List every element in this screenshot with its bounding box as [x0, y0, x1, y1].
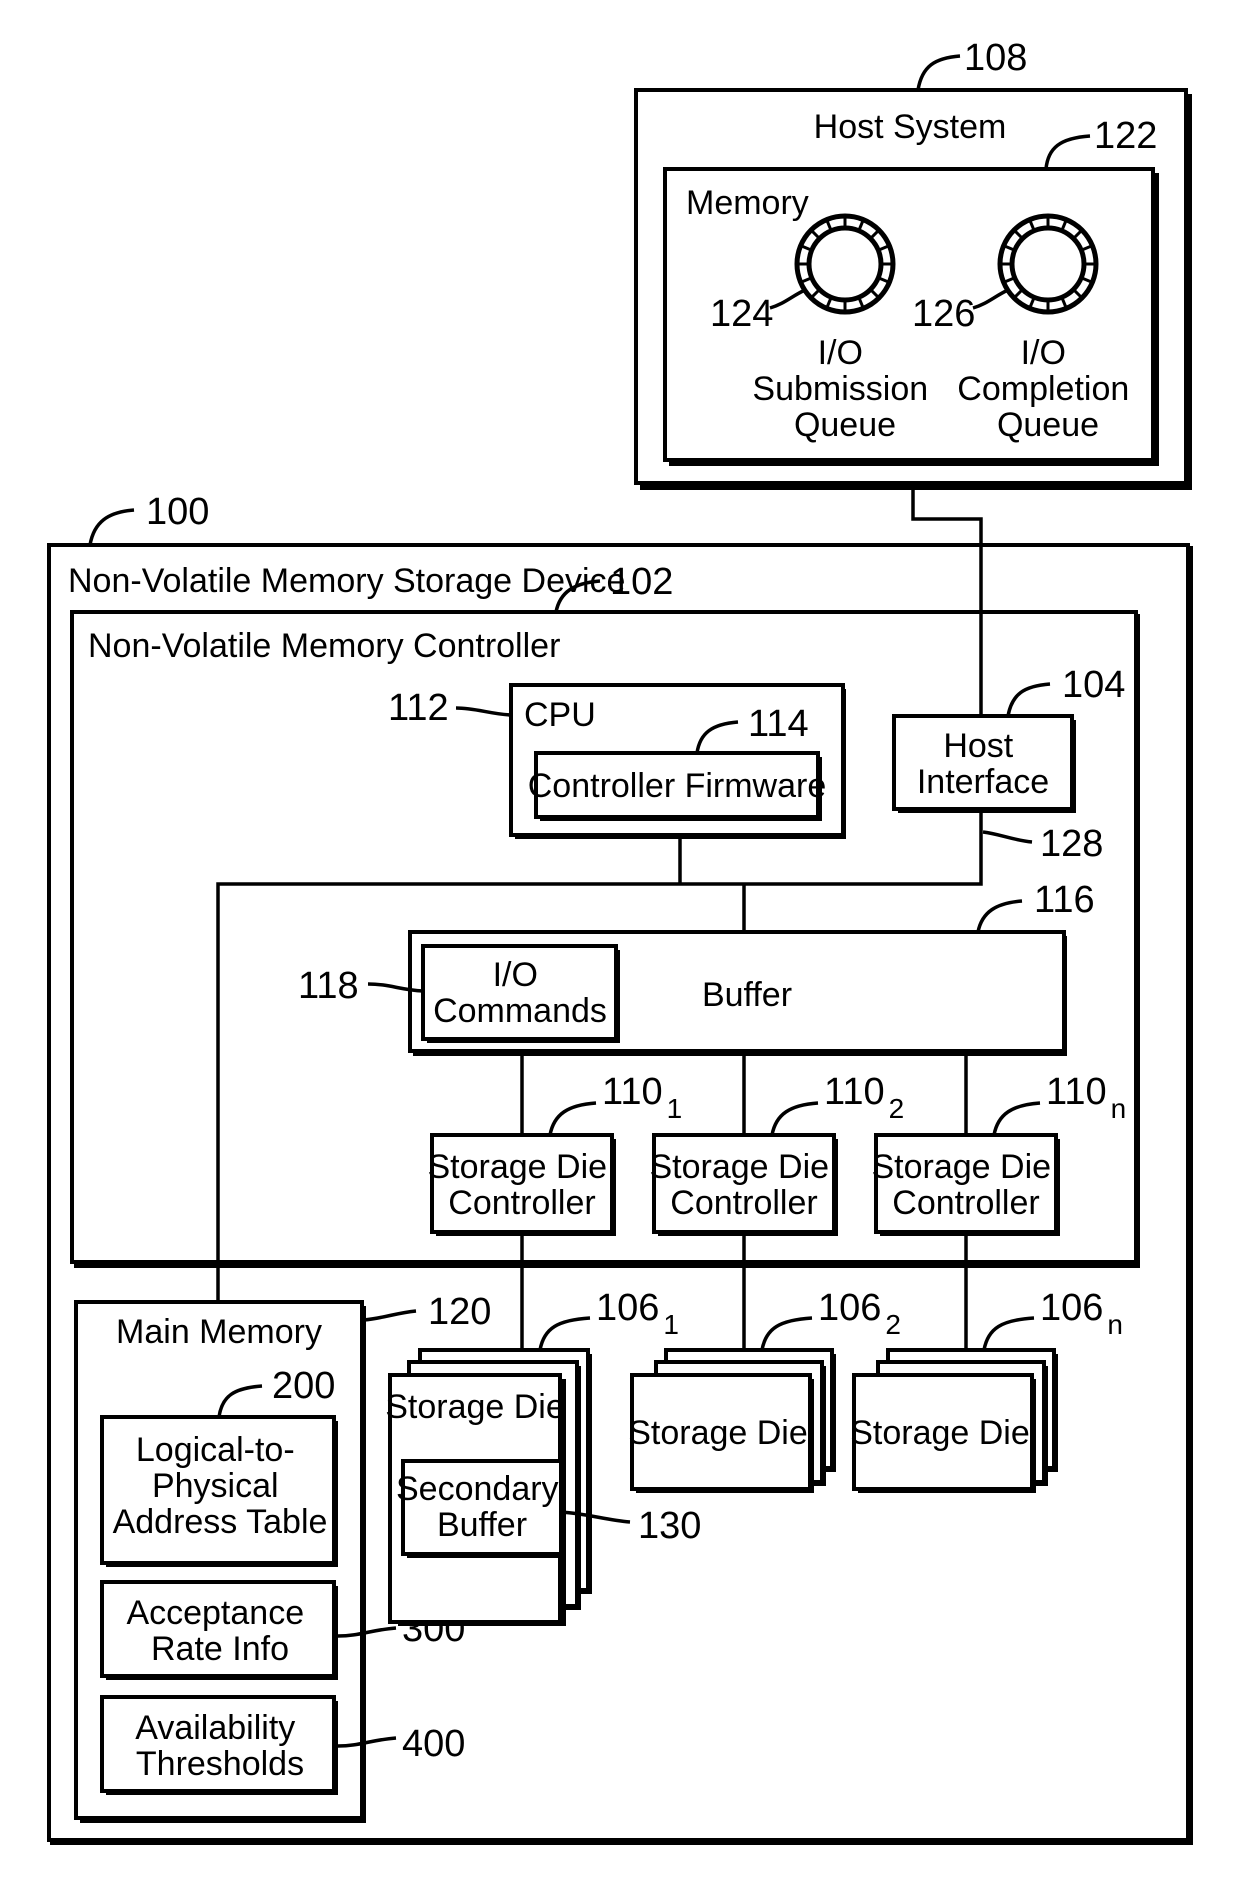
- cpu-label: CPU: [524, 696, 596, 734]
- block-diagram: Host System 108 Memory 122 124 I/O Submi…: [47, 37, 1193, 1845]
- availability-thresholds-label: Availability Thresholds: [135, 1709, 304, 1783]
- ref-116: 116: [1034, 879, 1095, 921]
- buffer-label: Buffer: [702, 976, 792, 1014]
- ref-124: 124: [710, 293, 773, 335]
- submission-queue-ring-icon: [794, 213, 896, 315]
- main-memory-label: Main Memory: [116, 1313, 322, 1351]
- ref-130: 130: [638, 1505, 701, 1547]
- acceptance-rate-label: Acceptance Rate Info: [126, 1594, 313, 1668]
- die-controller-1-label: Storage Die Controller: [428, 1148, 617, 1222]
- ref-200: 200: [272, 1365, 335, 1407]
- ref-118: 118: [298, 965, 359, 1007]
- die-controller-2[interactable]: Storage Die Controller: [650, 1133, 839, 1236]
- storage-device-label: Non-Volatile Memory Storage Device: [68, 562, 625, 600]
- die-controller-1[interactable]: Storage Die Controller: [428, 1133, 617, 1236]
- ring-inner: [1009, 225, 1087, 303]
- ref-108: 108: [964, 37, 1027, 79]
- storage-die-2-label: Storage Die: [628, 1414, 808, 1452]
- controller-firmware-label: Controller Firmware: [528, 767, 827, 805]
- ref-128: 128: [1040, 823, 1103, 865]
- ref-400: 400: [402, 1723, 465, 1765]
- storage-die-n-label: Storage Die: [850, 1414, 1030, 1452]
- host-system-label: Host System: [814, 108, 1007, 146]
- ref-120: 120: [428, 1291, 491, 1333]
- die-controller-n-label: Storage Die Controller: [872, 1148, 1061, 1222]
- ref-114: 114: [748, 703, 809, 745]
- ring-inner: [806, 225, 884, 303]
- host-memory-label: Memory: [686, 184, 809, 222]
- completion-queue-ring-icon: [997, 213, 1099, 315]
- storage-die-1-label: Storage Die: [385, 1388, 565, 1426]
- controller-label: Non-Volatile Memory Controller: [88, 627, 560, 665]
- ref-112: 112: [388, 687, 449, 729]
- die-controller-2-label: Storage Die Controller: [650, 1148, 839, 1222]
- ref-126: 126: [912, 293, 975, 335]
- ref-102: 102: [610, 561, 673, 603]
- ref-leader-100: [88, 508, 135, 546]
- ref-100: 100: [146, 491, 209, 533]
- ref-122: 122: [1094, 115, 1157, 157]
- ref-104: 104: [1062, 664, 1125, 706]
- die-controller-n[interactable]: Storage Die Controller: [872, 1133, 1061, 1236]
- ref-leader-108: [916, 54, 961, 91]
